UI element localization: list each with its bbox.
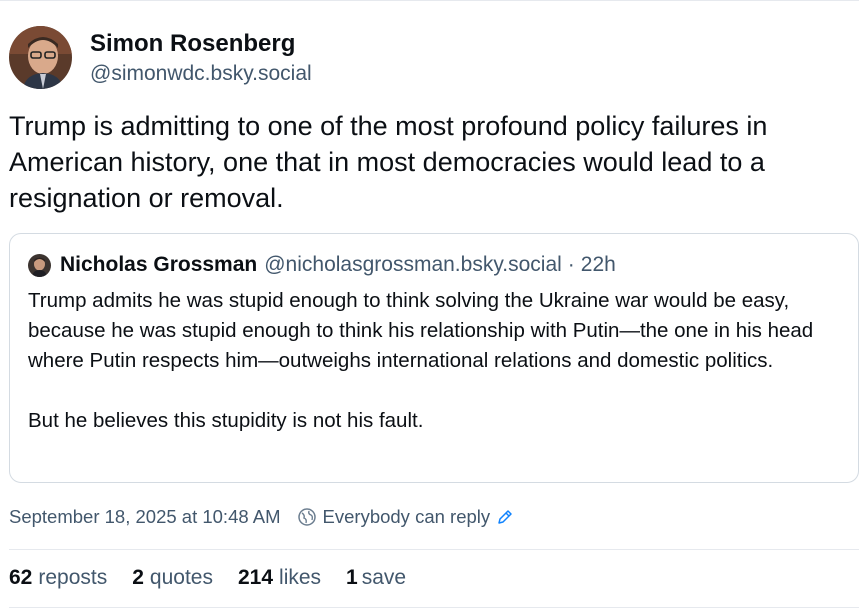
quoted-author-handle[interactable]: @nicholasgrossman.bsky.social [264,253,562,277]
reposts-stat[interactable]: 62 reposts [9,566,107,590]
author-avatar[interactable] [9,26,72,89]
likes-stat[interactable]: 214 likes [238,566,321,590]
quotes-stat[interactable]: 2 quotes [132,566,213,590]
quotes-label: quotes [149,566,213,589]
reposts-label: reposts [38,566,108,589]
reply-setting-label[interactable]: Everybody can reply [323,506,491,528]
globe-icon [297,508,316,526]
post-meta: September 18, 2025 at 10:48 AM Everybody… [9,506,514,528]
quotes-count: 2 [132,566,144,589]
quoted-post-body: Trump admits he was stupid enough to thi… [28,286,848,436]
post-text: Trump is admitting to one of the most pr… [9,111,768,213]
quoted-paragraph: But he believes this stupidity is not hi… [28,409,424,432]
quoted-post[interactable]: Nicholas Grossman @nicholasgrossman.bsky… [9,233,859,483]
likes-count: 214 [237,566,274,589]
divider [9,607,859,608]
quoted-post-header: Nicholas Grossman @nicholasgrossman.bsky… [28,253,616,277]
likes-label: likes [279,566,322,589]
saves-count: 1 [346,566,358,589]
reposts-count: 62 [9,566,33,589]
quoted-author-name[interactable]: Nicholas Grossman [60,253,257,277]
quoted-author-avatar[interactable] [28,253,51,277]
post-header: Simon Rosenberg @simonwdc.bsky.social [9,26,312,89]
quoted-post-time[interactable]: 22h [581,253,616,277]
divider [9,549,859,550]
quoted-meta-separator: · [567,253,575,276]
saves-stat[interactable]: 1 save [346,566,406,590]
engagement-stats: 62 reposts 2 quotes 214 likes 1 save [9,566,431,590]
top-border [0,0,859,1]
post-timestamp: September 18, 2025 at 10:48 AM [9,506,281,527]
author-handle[interactable]: @simonwdc.bsky.social [90,60,312,88]
pencil-icon[interactable] [496,508,514,526]
author-name[interactable]: Simon Rosenberg [90,28,312,60]
quoted-paragraph: Trump admits he was stupid enough to thi… [28,289,814,372]
saves-label: save [361,566,407,589]
